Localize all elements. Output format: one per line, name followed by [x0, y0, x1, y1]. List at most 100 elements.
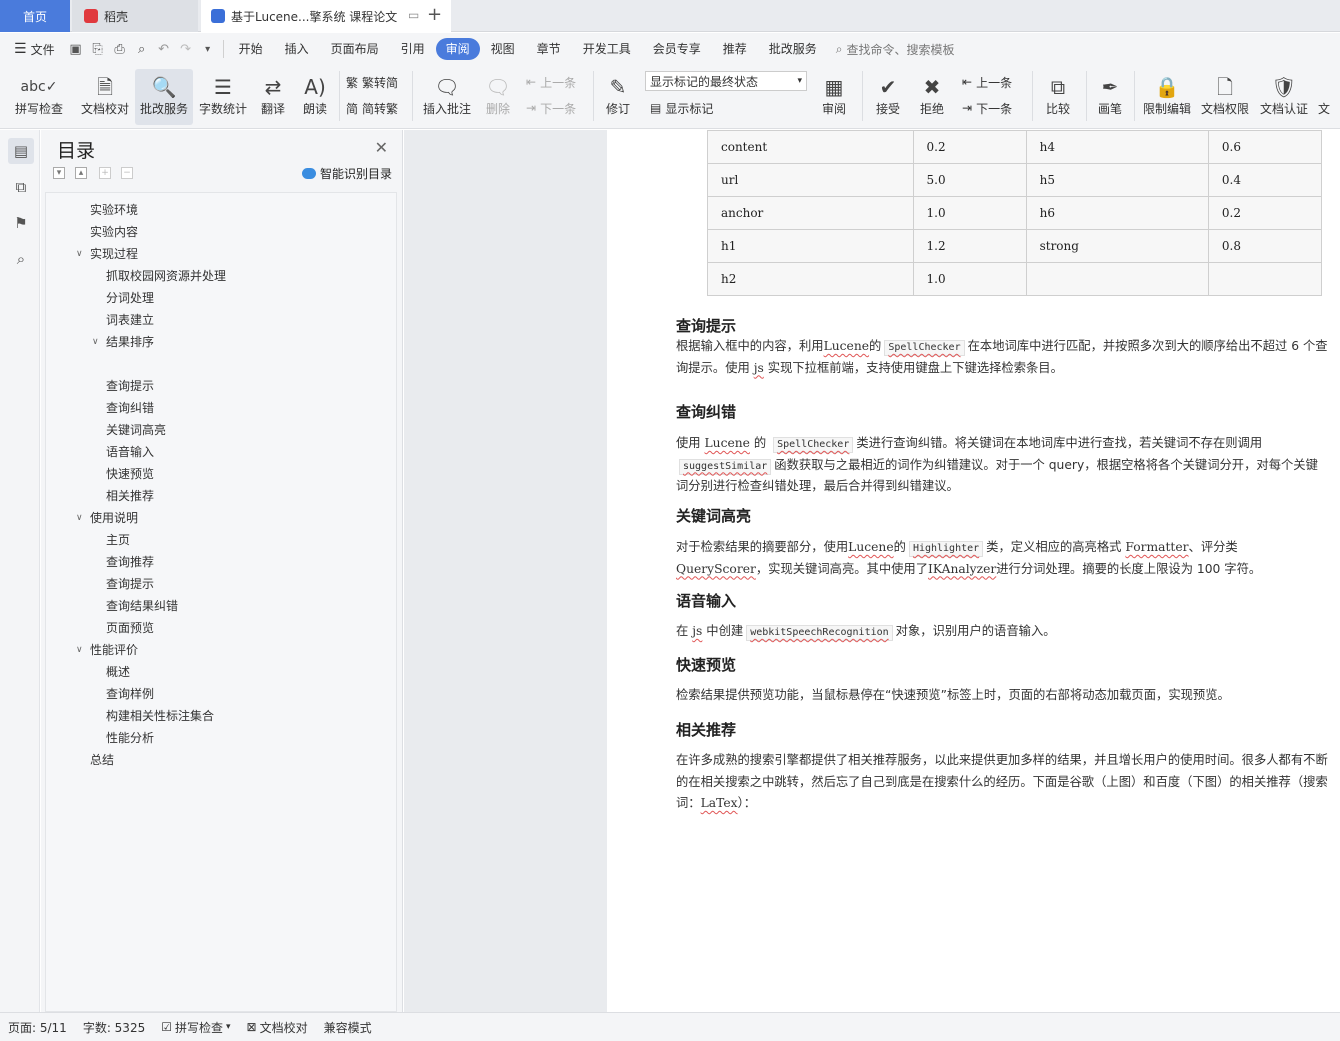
doc-permission-button[interactable]: 🗋 文档权限 [1198, 69, 1252, 125]
chapter-nav-icon[interactable]: ⧉ [8, 174, 34, 200]
status-proofread[interactable]: ⊠ 文档校对 [239, 1019, 316, 1036]
toc-item[interactable]: 总结 [90, 751, 114, 769]
compare-button[interactable]: ⧉ 比较 [1038, 69, 1078, 125]
tab-daoke[interactable]: 稻壳 [72, 0, 198, 32]
toc-item[interactable]: 性能分析 [106, 729, 154, 747]
toc-item[interactable]: 分词处理 [106, 289, 154, 307]
redo-icon[interactable]: ↷ [175, 39, 197, 59]
word-count-button[interactable]: ☰ 字数统计 [196, 69, 250, 125]
text-run: 的 [749, 436, 771, 450]
text-run: 的 [893, 540, 906, 554]
search-panel-icon[interactable]: ⌕ [8, 246, 34, 272]
toc-item[interactable]: 结果排序 [106, 333, 154, 351]
simp-to-trad-button[interactable]: 简简转繁 [346, 97, 398, 119]
save-icon[interactable]: ▣ [65, 39, 87, 59]
quick-access-dropdown-icon[interactable]: ▾ [197, 39, 219, 59]
track-changes-button[interactable]: ✎ 修订 [598, 69, 638, 125]
tab-screen-icon[interactable]: ▭ [408, 8, 419, 22]
expand-up-icon[interactable]: ▴ [75, 167, 87, 179]
toc-item[interactable]: 词表建立 [106, 311, 154, 329]
smart-toc-button[interactable]: 智能识别目录 [301, 165, 392, 182]
next-change-button[interactable]: ⇥ 下一条 [962, 97, 1012, 119]
reject-button[interactable]: ✖ 拒绝 [912, 69, 952, 125]
chevron-down-icon[interactable]: ∨ [76, 641, 83, 659]
menu-review[interactable]: 审阅 [435, 38, 480, 60]
toc-item[interactable]: 使用说明 [90, 509, 138, 527]
toc-item[interactable]: 查询样例 [106, 685, 154, 703]
menu-correct-service[interactable]: 批改服务 [758, 38, 828, 60]
prev-comment-button[interactable]: ⇤ 上一条 [526, 71, 576, 93]
menu-start[interactable]: 开始 [228, 38, 274, 60]
toc-item[interactable]: 查询结果纠错 [106, 597, 178, 615]
review-pane-button[interactable]: ▦ 审阅 [814, 69, 854, 125]
proofread-button[interactable]: 🗎 文档校对 [76, 69, 134, 125]
menu-chapter[interactable]: 章节 [526, 38, 572, 60]
toc-item[interactable]: 查询提示 [106, 575, 154, 593]
toc-item[interactable]: 查询推荐 [106, 553, 154, 571]
spell-check-button[interactable]: abc✓ 拼写检查 [8, 69, 70, 125]
export-pdf-icon[interactable]: ⎘ [87, 39, 109, 59]
doc-certify-button[interactable]: 🛡 文档认证 [1256, 69, 1312, 125]
tab-home[interactable]: 首页 [0, 0, 70, 32]
doc-more-button[interactable]: 文 [1318, 69, 1340, 125]
prev-change-icon: ⇤ [962, 75, 973, 89]
print-icon[interactable]: ⎙ [109, 39, 131, 59]
toc-item[interactable]: 关键词高亮 [106, 421, 166, 439]
prev-change-button[interactable]: ⇤ 上一条 [962, 71, 1012, 93]
weight-table: content 0.2 h4 0.6 url 5.0 h5 0.4 anchor 1.0 h6 0… [707, 130, 1323, 296]
print-preview-icon[interactable]: ⌕ [131, 39, 153, 59]
menu-recommend[interactable]: 推荐 [712, 38, 758, 60]
add-heading-icon[interactable]: + [99, 167, 111, 179]
markup-state-select[interactable]: 显示标记的最终状态 ▾ [645, 71, 807, 91]
toc-item[interactable]: 抓取校园网资源并处理 [106, 267, 226, 285]
menu-reference[interactable]: 引用 [390, 38, 436, 60]
menu-page-layout[interactable]: 页面布局 [320, 38, 390, 60]
status-spell-check[interactable]: ☑ 拼写检查 ▾ [153, 1019, 238, 1036]
toc-item[interactable]: 实验环境 [90, 201, 138, 219]
file-menu[interactable]: ☰ 文件 [0, 41, 65, 58]
chevron-down-icon[interactable]: ∨ [76, 509, 83, 527]
new-tab-plus-icon[interactable]: + [427, 4, 442, 25]
translate-button[interactable]: ⇄ 翻译 [254, 69, 292, 125]
show-markup-button[interactable]: ▤ 显示标记 [650, 97, 713, 119]
close-icon[interactable]: ✕ [375, 138, 388, 157]
toc-item[interactable]: 查询纠错 [106, 399, 154, 417]
menu-member[interactable]: 会员专享 [642, 38, 712, 60]
insert-comment-button[interactable]: 🗨 插入批注 [418, 69, 476, 125]
next-comment-button[interactable]: ⇥ 下一条 [526, 97, 576, 119]
document-page[interactable]: content 0.2 h4 0.6 url 5.0 h5 0.4 anchor 1.0 h6 0… [607, 130, 1340, 1012]
toc-item[interactable]: 相关推荐 [106, 487, 154, 505]
menu-insert[interactable]: 插入 [274, 38, 320, 60]
toc-item[interactable]: 快速预览 [106, 465, 154, 483]
word-count-indicator[interactable]: 字数: 5325 [75, 1019, 153, 1036]
menu-dev-tools[interactable]: 开发工具 [572, 38, 642, 60]
toc-item[interactable]: 实验内容 [90, 223, 138, 241]
toc-item[interactable]: 查询提示 [106, 377, 154, 395]
chevron-down-icon[interactable]: ∨ [76, 245, 83, 263]
accept-button[interactable]: ✔ 接受 [868, 69, 908, 125]
chevron-down-icon[interactable]: ∨ [92, 333, 99, 351]
status-spell-check-label: 拼写检查 [174, 1020, 223, 1035]
toc-item[interactable]: 实现过程 [90, 245, 138, 263]
collapse-all-icon[interactable]: ▾ [53, 167, 65, 179]
toc-item[interactable]: 性能评价 [90, 641, 138, 659]
toc-item[interactable]: 主页 [106, 531, 130, 549]
toc-item[interactable]: 构建相关性标注集合 [106, 707, 214, 725]
bookmark-icon[interactable]: ⚑ [8, 210, 34, 236]
toc-item[interactable]: 页面预览 [106, 619, 154, 637]
restrict-edit-button[interactable]: 🔒 限制编辑 [1140, 69, 1194, 125]
menu-view[interactable]: 视图 [480, 38, 526, 60]
toc-item[interactable]: 概述 [106, 663, 130, 681]
pen-button[interactable]: ✒ 画笔 [1092, 69, 1128, 125]
page-indicator[interactable]: 页面: 5/11 [0, 1019, 75, 1036]
toc-panel-icon[interactable]: ▤ [8, 138, 34, 164]
command-search[interactable]: ⌕ 查找命令、搜索模板 [836, 41, 955, 58]
remove-heading-icon[interactable]: − [121, 167, 133, 179]
read-aloud-button[interactable]: A) 朗读 [296, 69, 334, 125]
text-run: js [753, 360, 764, 375]
correct-service-button[interactable]: 🔍 批改服务 [135, 69, 193, 125]
toc-item[interactable]: 语音输入 [106, 443, 154, 461]
delete-comment-button[interactable]: 🗨 删除 [478, 69, 518, 125]
trad-to-simp-button[interactable]: 繁繁转简 [346, 71, 398, 93]
undo-icon[interactable]: ↶ [153, 39, 175, 59]
